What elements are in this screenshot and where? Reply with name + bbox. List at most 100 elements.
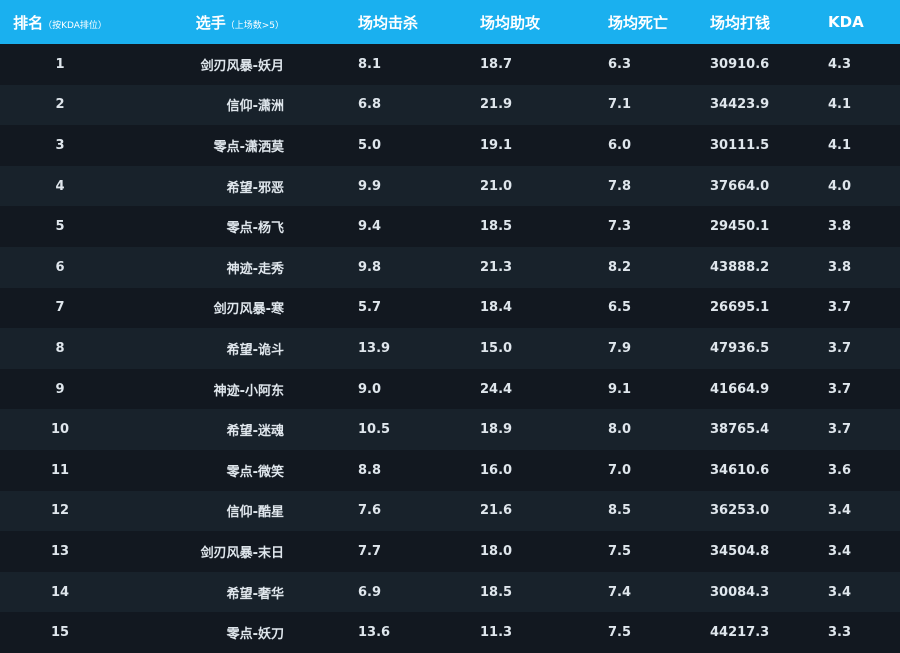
cell-rank: 3 bbox=[55, 137, 65, 153]
cell-gold: 26695.1 bbox=[710, 300, 770, 316]
cell-player: 零点-妖刀 bbox=[226, 627, 284, 643]
cell-kda: 3.7 bbox=[828, 381, 852, 397]
cell-kda: 3.8 bbox=[828, 219, 852, 235]
cell-deaths: 8.2 bbox=[608, 259, 632, 275]
cell-deaths: 7.9 bbox=[608, 340, 632, 356]
cell-kills: 9.0 bbox=[358, 381, 382, 397]
cell-kills: 13.6 bbox=[358, 625, 391, 641]
cell-rank: 2 bbox=[55, 97, 65, 113]
cell-kills: 5.0 bbox=[358, 137, 382, 153]
cell-assists: 18.5 bbox=[480, 584, 513, 600]
cell-gold: 44217.3 bbox=[710, 625, 770, 641]
cell-kills: 8.1 bbox=[358, 56, 382, 72]
cell-gold: 37664.0 bbox=[710, 178, 770, 194]
cell-kills: 9.9 bbox=[358, 178, 382, 194]
cell-rank: 8 bbox=[55, 340, 65, 356]
cell-player: 神迹-小阿东 bbox=[213, 383, 284, 399]
cell-assists: 15.0 bbox=[480, 340, 513, 356]
cell-assists: 21.9 bbox=[480, 97, 513, 113]
cell-rank: 9 bbox=[55, 381, 65, 397]
cell-kills: 10.5 bbox=[358, 422, 391, 438]
cell-kills: 8.8 bbox=[358, 462, 382, 478]
header-rank-label: 排名 bbox=[13, 13, 44, 32]
cell-player: 信仰-酷星 bbox=[226, 505, 284, 521]
cell-deaths: 9.1 bbox=[608, 381, 632, 397]
cell-assists: 16.0 bbox=[480, 462, 513, 478]
table-row: 2 信仰-潇洲 6.8 21.9 7.1 34423.9 4.1 bbox=[0, 84, 900, 126]
table-row: 13 剑刃风暴-末日 7.7 18.0 7.5 34504.8 3.4 bbox=[0, 531, 900, 572]
cell-kda: 3.4 bbox=[828, 503, 852, 519]
cell-deaths: 7.5 bbox=[608, 625, 632, 641]
cell-kda: 3.4 bbox=[828, 584, 852, 600]
table-row: 9 神迹-小阿东 9.0 24.4 9.1 41664.9 3.7 bbox=[0, 368, 900, 410]
table-header-row: 排名（按KDA排位） 选手（上场数>5） 场均击杀 场均助攻 场均死亡 场均打钱… bbox=[0, 0, 900, 44]
cell-kills: 6.9 bbox=[358, 584, 382, 600]
table-row: 6 神迹-走秀 9.8 21.3 8.2 43888.2 3.8 bbox=[0, 246, 900, 288]
cell-rank: 14 bbox=[50, 584, 70, 600]
cell-gold: 47936.5 bbox=[710, 340, 770, 356]
cell-player: 信仰-潇洲 bbox=[226, 99, 284, 115]
cell-gold: 34610.6 bbox=[710, 462, 770, 478]
cell-deaths: 8.0 bbox=[608, 422, 632, 438]
table-row: 7 剑刃风暴-寒 5.7 18.4 6.5 26695.1 3.7 bbox=[0, 287, 900, 329]
cell-kda: 3.6 bbox=[828, 462, 852, 478]
table-row: 1 剑刃风暴-妖月 8.1 18.7 6.3 30910.6 4.3 bbox=[0, 44, 900, 85]
cell-assists: 21.3 bbox=[480, 259, 513, 275]
cell-gold: 29450.1 bbox=[710, 219, 770, 235]
cell-kda: 3.4 bbox=[828, 543, 852, 559]
cell-kills: 9.8 bbox=[358, 259, 382, 275]
cell-player: 零点-杨飞 bbox=[226, 221, 284, 237]
cell-kda: 4.3 bbox=[828, 56, 852, 72]
cell-player: 剑刃风暴-寒 bbox=[213, 302, 284, 318]
cell-assists: 18.4 bbox=[480, 300, 513, 316]
header-kda: KDA bbox=[828, 13, 864, 31]
kda-ranking-table: 排名（按KDA排位） 选手（上场数>5） 场均击杀 场均助攻 场均死亡 场均打钱… bbox=[0, 0, 900, 653]
cell-kills: 7.7 bbox=[358, 543, 382, 559]
cell-kills: 6.8 bbox=[358, 97, 382, 113]
cell-deaths: 7.4 bbox=[608, 584, 632, 600]
table-body: 1 剑刃风暴-妖月 8.1 18.7 6.3 30910.6 4.3 2 信仰-潇洲 6.8 21.… bbox=[0, 44, 900, 653]
header-rank: 排名（按KDA排位） bbox=[0, 0, 120, 44]
table-row: 8 希望-诡斗 13.9 15.0 7.9 47936.5 3.7 bbox=[0, 328, 900, 369]
cell-rank: 11 bbox=[50, 462, 70, 478]
cell-kda: 3.7 bbox=[828, 422, 852, 438]
cell-gold: 30111.5 bbox=[710, 137, 770, 153]
cell-deaths: 6.5 bbox=[608, 300, 632, 316]
cell-gold: 30084.3 bbox=[710, 584, 770, 600]
cell-gold: 30910.6 bbox=[710, 56, 770, 72]
cell-player: 剑刃风暴-妖月 bbox=[200, 58, 284, 74]
cell-assists: 18.9 bbox=[480, 422, 513, 438]
cell-gold: 34423.9 bbox=[710, 97, 770, 113]
cell-assists: 24.4 bbox=[480, 381, 513, 397]
cell-kda: 3.7 bbox=[828, 300, 852, 316]
cell-rank: 5 bbox=[55, 219, 65, 235]
header-gold: 场均打钱 bbox=[710, 13, 771, 32]
cell-kills: 13.9 bbox=[358, 340, 391, 356]
table-row: 3 零点-潇洒莫 5.0 19.1 6.0 30111.5 4.1 bbox=[0, 125, 900, 166]
cell-gold: 41664.9 bbox=[710, 381, 770, 397]
table-row: 12 信仰-酷星 7.6 21.6 8.5 36253.0 3.4 bbox=[0, 490, 900, 532]
cell-rank: 10 bbox=[50, 422, 70, 438]
cell-assists: 21.0 bbox=[480, 178, 513, 194]
header-player-label: 选手 bbox=[195, 13, 226, 32]
table-row: 15 零点-妖刀 13.6 11.3 7.5 44217.3 3.3 bbox=[0, 612, 900, 653]
cell-player: 希望-诡斗 bbox=[226, 342, 284, 358]
cell-deaths: 7.5 bbox=[608, 543, 632, 559]
header-rank-note: （按KDA排位） bbox=[43, 20, 107, 31]
header-deaths: 场均死亡 bbox=[608, 13, 669, 32]
cell-deaths: 7.8 bbox=[608, 178, 632, 194]
cell-gold: 34504.8 bbox=[710, 543, 770, 559]
cell-kda: 3.7 bbox=[828, 340, 852, 356]
cell-kda: 4.1 bbox=[828, 137, 852, 153]
cell-player: 剑刃风暴-末日 bbox=[200, 545, 284, 561]
cell-gold: 36253.0 bbox=[710, 503, 770, 519]
cell-rank: 13 bbox=[50, 543, 70, 559]
cell-kills: 5.7 bbox=[358, 300, 382, 316]
header-player: 选手（上场数>5） bbox=[120, 0, 320, 44]
header-assists: 场均助攻 bbox=[480, 13, 541, 32]
cell-gold: 38765.4 bbox=[710, 422, 770, 438]
cell-assists: 21.6 bbox=[480, 503, 513, 519]
cell-rank: 6 bbox=[55, 259, 65, 275]
cell-deaths: 8.5 bbox=[608, 503, 632, 519]
cell-deaths: 7.1 bbox=[608, 97, 632, 113]
